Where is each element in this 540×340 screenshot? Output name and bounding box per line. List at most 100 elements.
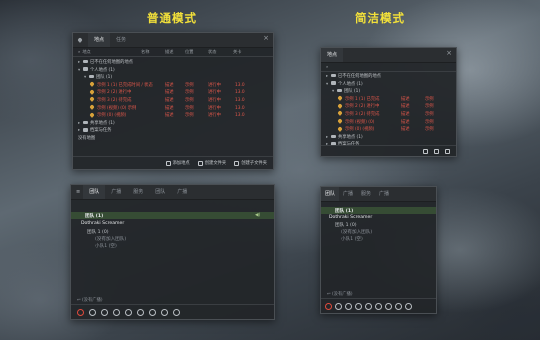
close-icon[interactable]: × (446, 49, 452, 57)
tab-broadcast-2[interactable]: 广播 (375, 187, 393, 201)
folder-row[interactable]: ▸ 已不在任何地图的地点 (321, 73, 456, 81)
create-folder-button[interactable] (434, 148, 439, 154)
map-icon[interactable] (345, 302, 352, 310)
grid-icon[interactable] (355, 302, 362, 310)
add-point-button[interactable]: 添加地点 (165, 160, 190, 166)
point-row[interactable]: 示例 1 (1) 已完成 描述 示例 (321, 95, 456, 104)
point-row[interactable]: 示例 1 (1) 已完成时间 / 状态 描述 示例 进行中 13.0 (73, 81, 273, 90)
points-panel-compact: 地点 × ⌕ ▸ 已不在任何地图的地点 ▾ 个人地点 (1) ▾ 团队 (1) 示例 1 (… (320, 47, 457, 157)
create-folder-button[interactable]: 创建文件夹 (197, 160, 226, 166)
points-compact-tabbar: 地点 × (321, 48, 456, 63)
tab-points[interactable]: 地点 (88, 33, 111, 47)
tab-service[interactable]: 服务 (127, 185, 149, 199)
tab-service[interactable]: 服务 (357, 187, 375, 201)
point-row[interactable]: 示例 (视频) (0) 描述 示例 (321, 118, 456, 127)
point-row[interactable]: 示例 2 (2) 进行中 描述 示例 进行中 13.0 (73, 89, 273, 97)
folder-icon (83, 128, 88, 132)
row-label: 档案与任务 (90, 128, 112, 134)
sub-team-item[interactable]: 小队1 (空) (341, 236, 363, 242)
row-cell: 示例 (425, 111, 434, 117)
folder-row[interactable]: ▾ 团队 (1) (73, 74, 273, 82)
close-icon[interactable]: × (263, 34, 269, 42)
user-icon[interactable] (365, 302, 372, 310)
subfolder-icon (445, 148, 450, 154)
tab-team-2[interactable]: 团队 (149, 185, 171, 199)
tab-broadcast[interactable]: 广播 (339, 187, 357, 201)
row-cell: 描述 (401, 119, 410, 125)
create-subfolder-button[interactable] (445, 148, 450, 154)
folder-row[interactable]: ▾ 个人地点 (1) (321, 81, 456, 89)
column-header[interactable]: 关卡 (233, 48, 241, 56)
settings-icon[interactable] (335, 302, 342, 310)
sub-team-item[interactable]: (没有加入团队) (95, 236, 126, 242)
points-compact-footer (321, 145, 456, 156)
row-cell: 示例 (185, 90, 194, 96)
record-icon[interactable] (77, 308, 84, 316)
folder-row[interactable]: ▾ 个人地点 (1) (73, 67, 273, 75)
point-row[interactable]: 示例 (0) (视频) 描述 示例 (321, 125, 456, 134)
settings-icon[interactable] (89, 308, 96, 316)
row-label: 示例 (0) (视频) (97, 113, 127, 119)
team-header[interactable]: 团队 (1) (335, 208, 353, 214)
row-cell: 描述 (165, 105, 174, 111)
pin-icon (337, 125, 343, 132)
tab-points[interactable]: 地点 (321, 48, 344, 62)
pin-icon (337, 95, 343, 102)
folder-row[interactable]: ▸ 共享地点 (1) (73, 120, 273, 128)
points-tabbar: 地点 任务 × (73, 33, 273, 48)
column-header[interactable]: 描述 (165, 48, 173, 56)
layers-icon[interactable] (395, 302, 402, 310)
user-name[interactable]: Dothraki Screamer (329, 215, 372, 220)
tab-team[interactable]: 团队 (321, 187, 340, 201)
folder-row[interactable]: 没有地图 (73, 135, 273, 143)
tab-tasks[interactable]: 任务 (110, 33, 132, 47)
layers-icon: ≡ (76, 189, 81, 195)
folder-row[interactable]: ▾ 团队 (1) (321, 88, 456, 96)
sub-team[interactable]: 团队 1 (0) (335, 222, 357, 228)
compass-icon[interactable] (375, 302, 382, 310)
marker-icon[interactable] (173, 308, 180, 316)
sub-team-item[interactable]: (没有加入团队) (341, 229, 372, 235)
pin-icon (89, 81, 95, 88)
folder-row[interactable]: ▸ 档案与任务 (73, 127, 273, 135)
add-point-button[interactable] (423, 148, 428, 154)
point-row[interactable]: 示例 2 (2) 进行中 描述 示例 (321, 103, 456, 111)
search-icon[interactable]: ⌕ (78, 48, 80, 56)
target-icon[interactable] (149, 308, 156, 316)
grid-icon[interactable] (113, 308, 120, 316)
team-header[interactable]: 团队 (1) (85, 213, 103, 219)
column-header[interactable]: 位置 (185, 48, 193, 56)
folder-row[interactable]: ▸ 共享地点 (1) (321, 134, 456, 142)
search-label[interactable]: 地点 (82, 48, 90, 56)
user-icon[interactable] (125, 308, 132, 316)
row-cell: 描述 (165, 90, 174, 96)
tab-broadcast-2[interactable]: 广播 (171, 185, 193, 199)
row-label: 示例 (0) (视频) (345, 127, 375, 133)
point-row[interactable]: 示例 (0) (视频) 描述 示例 进行中 13.0 (73, 111, 273, 120)
target-icon[interactable] (385, 302, 392, 310)
record-icon[interactable] (325, 302, 332, 310)
layers-icon[interactable] (161, 308, 168, 316)
compass-icon[interactable] (137, 308, 144, 316)
sub-team[interactable]: 团队 1 (0) (87, 229, 109, 235)
folder-row[interactable]: ▸ 已不在任何地图的地点 (73, 59, 273, 67)
folder-icon (331, 73, 336, 78)
row-cell: 描述 (401, 104, 410, 110)
search-icon[interactable]: ⌕ (326, 63, 328, 71)
points-tree: ▸ 已不在任何地图的地点 ▾ 个人地点 (1) ▾ 团队 (1) 示例 1 (1) 已完成描… (321, 72, 456, 149)
column-header[interactable]: 名称 (141, 48, 149, 56)
channel-panel: ≡ 团队 广播 服务 团队 广播 团队 (1) Dothraki Screame… (70, 184, 275, 320)
point-row[interactable]: 示例 (视频) (0) 示例 描述 示例 进行中 13.0 (73, 104, 273, 113)
folder-icon (83, 120, 88, 124)
tab-broadcast[interactable]: 广播 (105, 185, 127, 199)
point-row[interactable]: 示例 3 (2) 待完成 描述 示例 (321, 110, 456, 119)
channel-compact-tabbar: 团队 广播 服务 广播 (321, 187, 436, 202)
point-row[interactable]: 示例 3 (2) 待完成 描述 示例 进行中 13.0 (73, 96, 273, 105)
map-icon[interactable] (101, 308, 108, 316)
user-name[interactable]: Dothraki Screamer (81, 221, 124, 226)
sub-team-item[interactable]: 小队1 (空) (95, 243, 117, 249)
column-header[interactable]: 状态 (208, 48, 216, 56)
create-subfolder-button[interactable]: 创建子文件夹 (234, 160, 267, 166)
tab-team[interactable]: 团队 (83, 185, 106, 199)
marker-icon[interactable] (405, 302, 412, 310)
